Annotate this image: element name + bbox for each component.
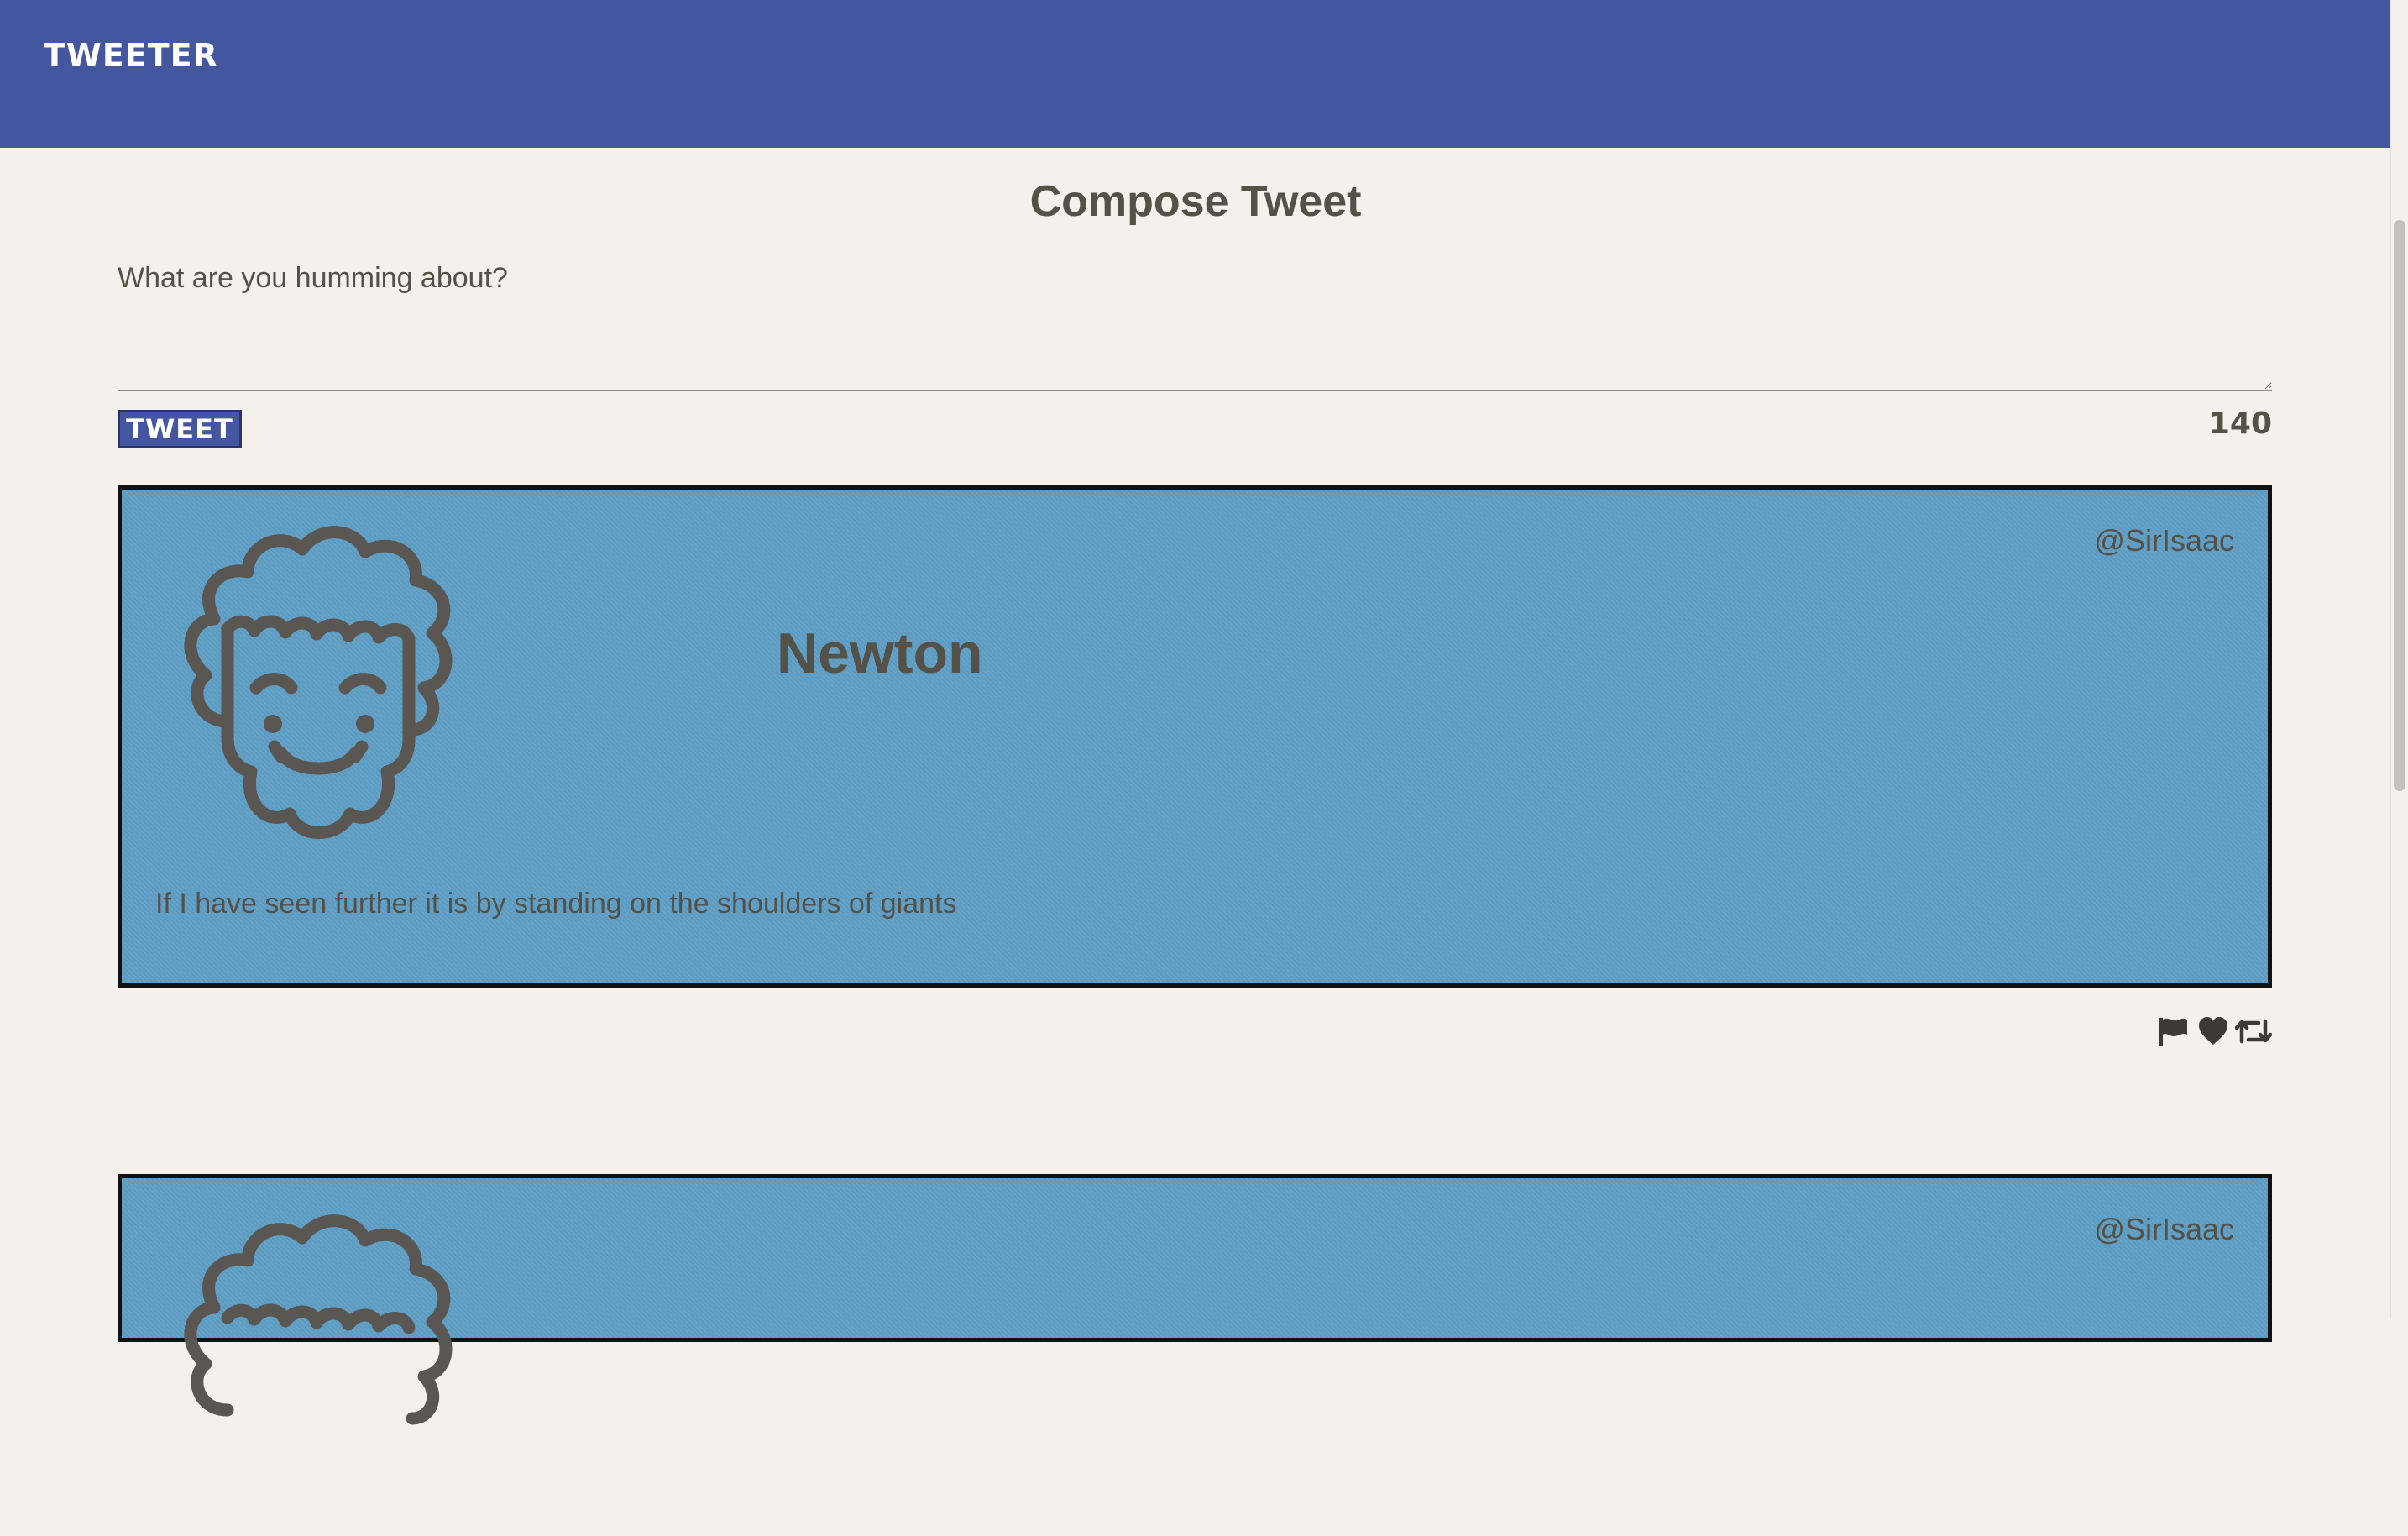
- tweet-card: @SirIsaac Newton If I have seen further …: [118, 485, 2272, 988]
- tweet-handle: @SirIsaac: [2094, 1212, 2234, 1246]
- heart-icon[interactable]: [2195, 1014, 2232, 1048]
- compose-tweet-input[interactable]: [118, 262, 2272, 391]
- tweet-card: @SirIsaac: [118, 1174, 2272, 1425]
- heart-icon: [2199, 1017, 2227, 1045]
- compose-title: Compose Tweet: [1029, 177, 1362, 226]
- curly-hair-face-icon: [184, 526, 453, 839]
- retweet-icon[interactable]: [2235, 1014, 2272, 1048]
- tweet-actions: [2154, 1014, 2272, 1048]
- scrollbar-thumb[interactable]: [2394, 220, 2405, 791]
- tweet-author-name: Newton: [777, 621, 983, 685]
- curly-hair-face-icon: [184, 1214, 453, 1425]
- tweet-handle: @SirIsaac: [2094, 523, 2234, 558]
- flag-icon[interactable]: [2154, 1014, 2191, 1048]
- retweet-icon: [2235, 1019, 2272, 1044]
- character-counter: 140: [2208, 406, 2272, 441]
- brand-logo[interactable]: TWEETER: [44, 37, 218, 74]
- tweet-content: If I have seen further it is by standing…: [155, 888, 957, 920]
- scrollbar-track[interactable]: [2390, 0, 2408, 1318]
- flag-icon: [2159, 1018, 2187, 1046]
- tweet-button[interactable]: TWEET: [118, 410, 242, 448]
- top-navbar: TWEETER: [0, 0, 2391, 148]
